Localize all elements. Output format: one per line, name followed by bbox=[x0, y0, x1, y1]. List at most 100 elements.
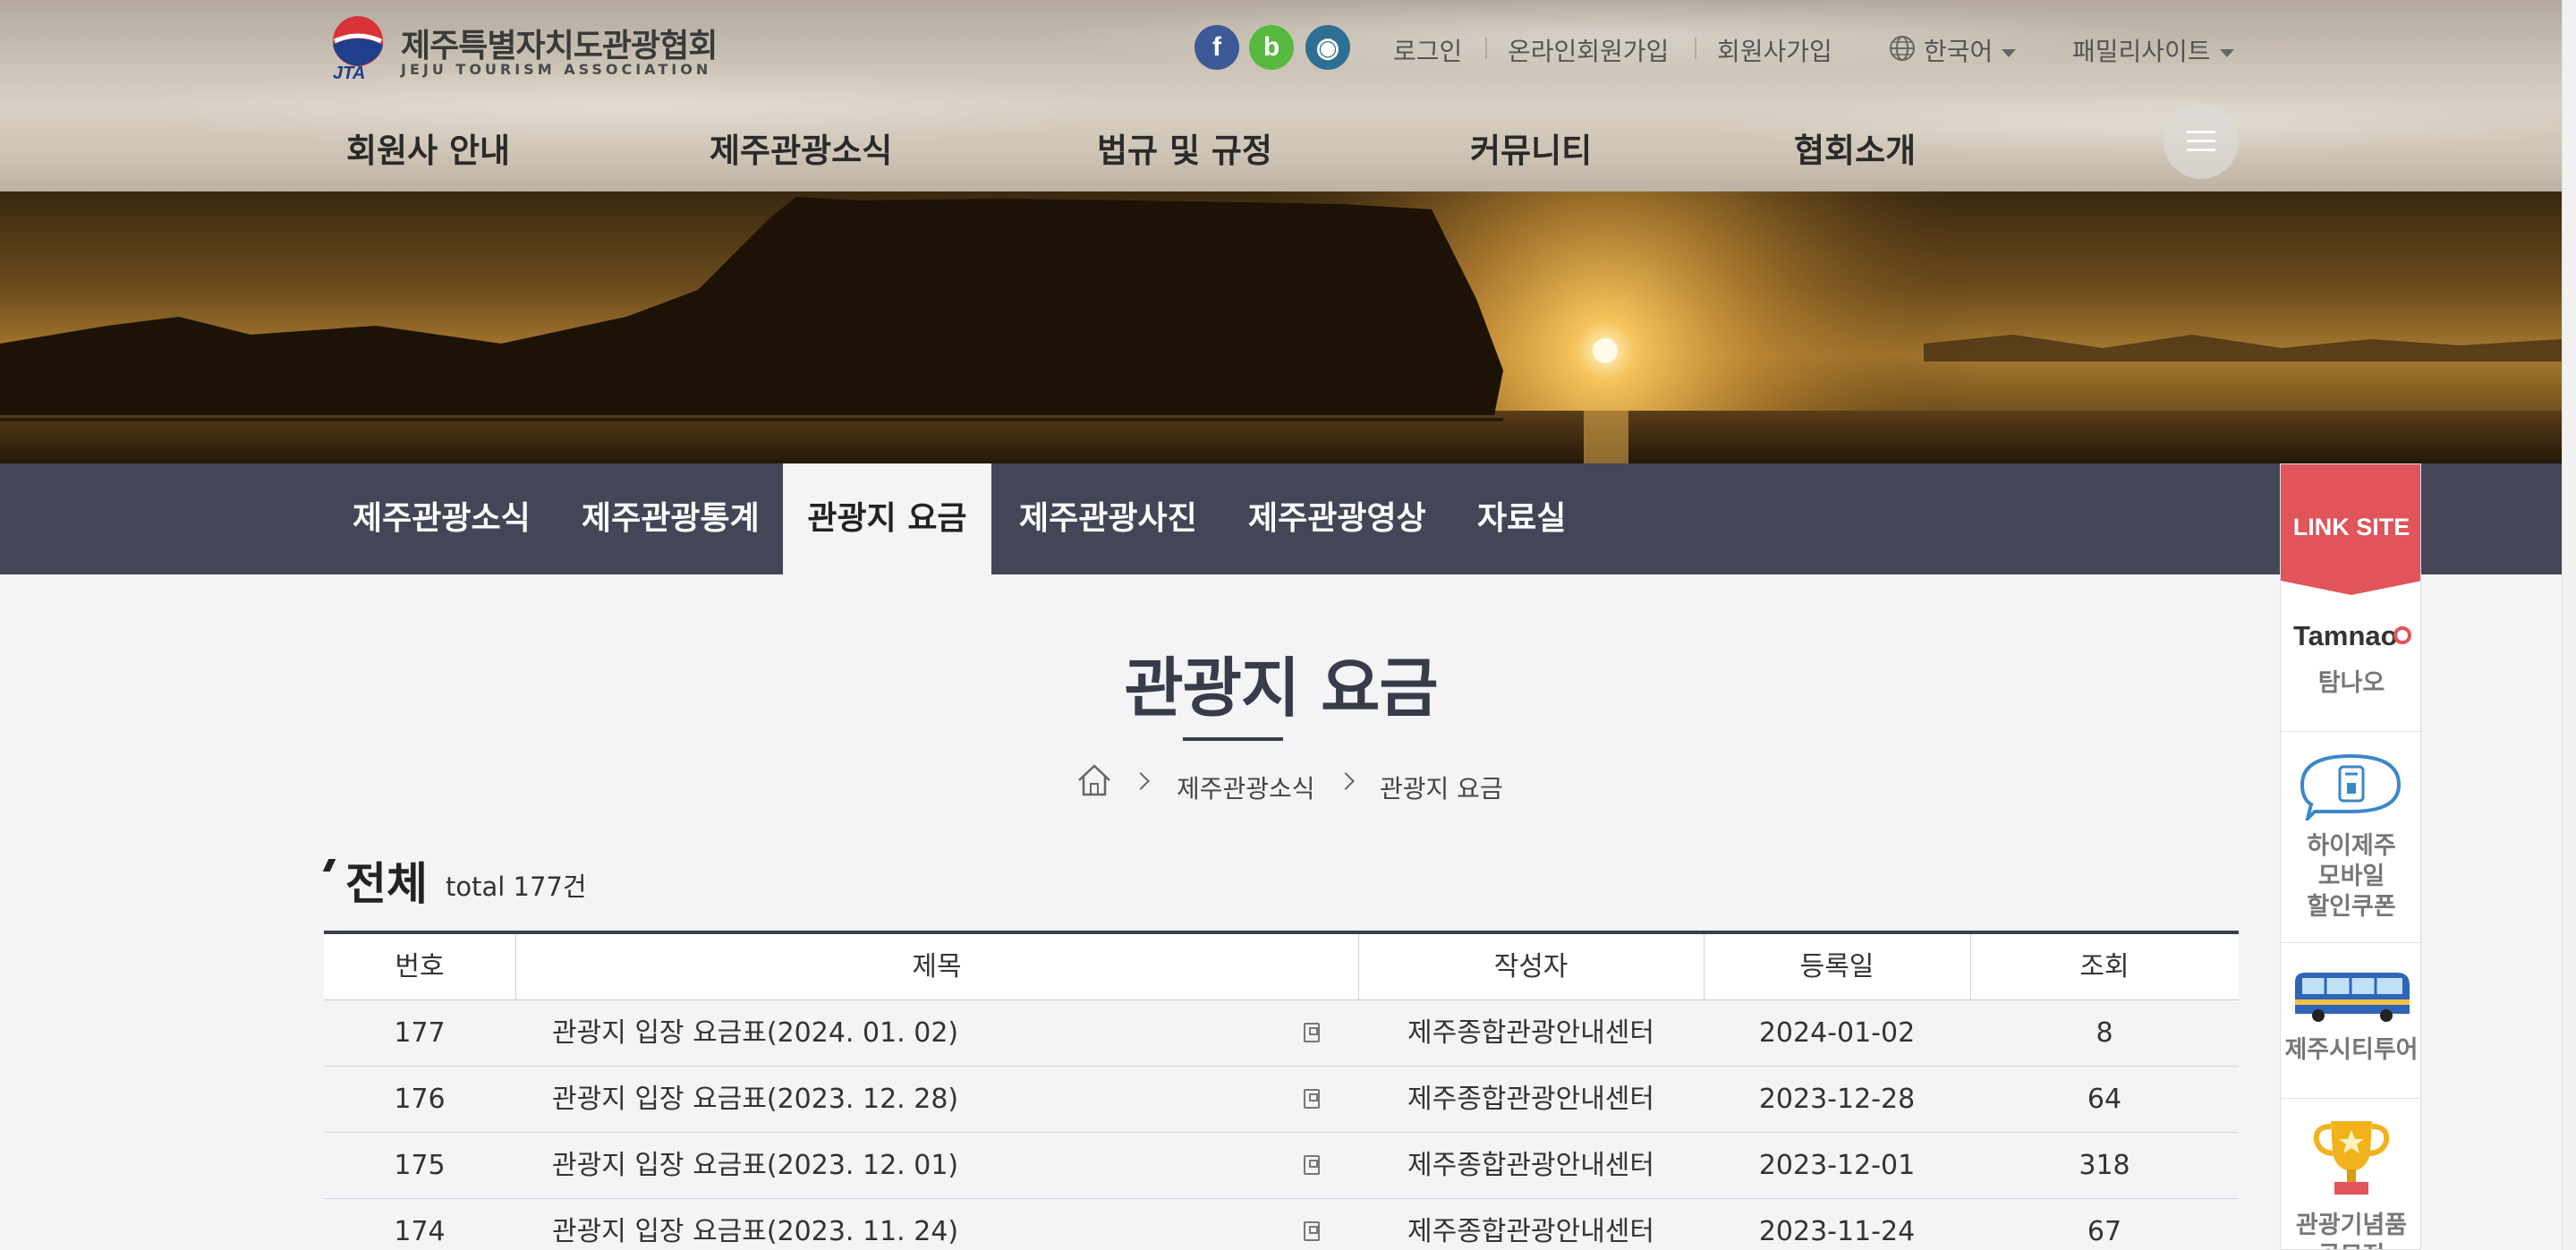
sidebar-divider bbox=[2281, 942, 2420, 943]
tab-jeju-news[interactable]: 제주관광소식 bbox=[353, 463, 531, 574]
link-site-sidebar: LINK SITE Tamnao 탐나오 하이제주 모바일 할인쿠폰 제주시티투… bbox=[2280, 463, 2421, 1250]
page-title: 관광지 요금 bbox=[1124, 651, 1438, 726]
row-author: 제주종합관광안내센터 bbox=[1407, 1216, 1654, 1247]
globe-icon bbox=[1890, 36, 1915, 61]
row-number: 175 bbox=[394, 1150, 446, 1181]
table-row[interactable]: 175 관광지 입장 요금표(2023. 12. 01) 제주종합관광안내센터 … bbox=[324, 1133, 2239, 1199]
link-divider bbox=[1695, 38, 1696, 59]
tab-jeju-videos[interactable]: 제주관광영상 bbox=[1248, 463, 1426, 574]
attachment-icon[interactable] bbox=[1304, 1023, 1320, 1042]
link-site-title: LINK SITE bbox=[2281, 464, 2420, 581]
home-icon[interactable] bbox=[1075, 762, 1113, 798]
hamburger-menu-button[interactable] bbox=[2164, 104, 2239, 179]
section-title-mark bbox=[322, 859, 336, 872]
hero-banner bbox=[0, 191, 2562, 463]
site-header: JTA 제주특별자치도관광협회 JEJU TOURISM ASSOCIATION… bbox=[0, 0, 2562, 191]
row-views: 64 bbox=[2087, 1084, 2122, 1115]
row-title-link[interactable]: 관광지 입장 요금표(2024. 01. 02) bbox=[552, 1000, 958, 1067]
row-date: 2023-11-24 bbox=[1758, 1216, 1916, 1247]
title-underline bbox=[1183, 737, 1283, 741]
chevron-down-icon bbox=[2219, 48, 2234, 57]
site-logo[interactable]: JTA 제주특별자치도관광협회 JEJU TOURISM ASSOCIATION bbox=[327, 14, 718, 81]
sidebar-divider bbox=[2281, 1098, 2420, 1099]
table-row[interactable]: 176 관광지 입장 요금표(2023. 12. 28) 제주종합관광안내센터 … bbox=[324, 1067, 2239, 1133]
tamnao-logo-icon: Tamnao bbox=[2293, 620, 2411, 651]
link-site-notch bbox=[2281, 581, 2420, 595]
page-scrollbar[interactable] bbox=[2562, 0, 2576, 1250]
header-date: 등록일 bbox=[1799, 951, 1875, 982]
link-jeju-city-tour[interactable]: 제주시티투어 bbox=[2281, 964, 2420, 1089]
language-select[interactable]: 한국어 bbox=[1924, 32, 2017, 68]
tab-archive[interactable]: 자료실 bbox=[1477, 463, 1566, 574]
chevron-right-icon bbox=[1337, 772, 1355, 790]
header-author: 작성자 bbox=[1493, 951, 1569, 982]
total-count: total 177건 bbox=[446, 872, 587, 902]
attachment-icon[interactable] bbox=[1304, 1221, 1320, 1241]
attachment-icon[interactable] bbox=[1304, 1155, 1320, 1175]
header-title: 제목 bbox=[912, 951, 962, 982]
table-row[interactable]: 177 관광지 입장 요금표(2024. 01. 02) 제주종합관광안내센터 … bbox=[324, 1000, 2239, 1067]
header-views: 조회 bbox=[2079, 951, 2130, 982]
link-divider bbox=[1485, 38, 1487, 59]
jta-logo-icon: JTA bbox=[333, 16, 383, 81]
row-date: 2023-12-28 bbox=[1758, 1084, 1916, 1115]
mobile-coupon-icon bbox=[2300, 753, 2402, 821]
sunset-landscape-image bbox=[0, 191, 2562, 463]
row-author: 제주종합관광안내센터 bbox=[1407, 1017, 1654, 1049]
link-hijeju-coupon[interactable]: 하이제주 모바일 할인쿠폰 bbox=[2281, 749, 2420, 937]
row-author: 제주종합관광안내센터 bbox=[1407, 1150, 1654, 1181]
blog-icon[interactable]: b bbox=[1249, 25, 1294, 70]
menu-bar bbox=[2187, 140, 2215, 142]
link-label: 탐나오 bbox=[2317, 669, 2385, 697]
row-number: 176 bbox=[394, 1084, 446, 1115]
section-title: 전체 bbox=[345, 858, 428, 910]
row-number: 174 bbox=[394, 1216, 446, 1247]
language-label: 한국어 bbox=[1924, 37, 1994, 66]
trophy-icon bbox=[2313, 1121, 2390, 1195]
gnb-about[interactable]: 협회소개 bbox=[1794, 123, 1916, 172]
instagram-icon[interactable]: ◉ bbox=[1305, 25, 1350, 70]
link-tamnao[interactable]: Tamnao 탐나오 bbox=[2281, 616, 2420, 733]
attachment-icon[interactable] bbox=[1304, 1089, 1320, 1109]
link-label: 관광기념품 공모전 bbox=[2295, 1212, 2408, 1249]
tour-bus-icon bbox=[2295, 973, 2410, 1022]
logo-korean-name: 제주특별자치도관광협회 bbox=[401, 28, 718, 64]
logo-mark-text: JTA bbox=[333, 64, 365, 81]
table-header: 번호 제목 작성자 등록일 조회 bbox=[324, 931, 2239, 1000]
row-title-link[interactable]: 관광지 입장 요금표(2023. 11. 24) bbox=[552, 1199, 958, 1250]
breadcrumb-admission-fees[interactable]: 관광지 요금 bbox=[1380, 770, 1503, 805]
header-number: 번호 bbox=[395, 951, 445, 982]
table-row[interactable]: 174 관광지 입장 요금표(2023. 11. 24) 제주종합관광안내센터 … bbox=[324, 1199, 2239, 1250]
gnb-member-info[interactable]: 회원사 안내 bbox=[346, 123, 510, 172]
row-author: 제주종합관광안내센터 bbox=[1407, 1084, 1654, 1115]
gnb-jeju-news[interactable]: 제주관광소식 bbox=[710, 123, 892, 172]
menu-bar bbox=[2187, 131, 2215, 133]
logo-english-name: JEJU TOURISM ASSOCIATION bbox=[401, 61, 712, 78]
family-site-select[interactable]: 패밀리사이트 bbox=[2072, 32, 2234, 68]
row-date: 2024-01-02 bbox=[1758, 1017, 1916, 1049]
tab-jeju-statistics[interactable]: 제주관광통계 bbox=[582, 463, 760, 574]
facebook-icon[interactable]: f bbox=[1194, 25, 1239, 70]
gnb-laws[interactable]: 법규 및 규정 bbox=[1097, 123, 1272, 172]
chevron-down-icon bbox=[2002, 48, 2017, 57]
gnb-community[interactable]: 커뮤니티 bbox=[1470, 123, 1592, 172]
sidebar-divider bbox=[2281, 731, 2420, 732]
tab-jeju-photos[interactable]: 제주관광사진 bbox=[1019, 463, 1197, 574]
link-label: 제주시티투어 bbox=[2284, 1036, 2419, 1064]
row-date: 2023-12-01 bbox=[1758, 1150, 1916, 1181]
link-label: 하이제주 모바일 할인쿠폰 bbox=[2307, 832, 2396, 921]
link-souvenir-contest[interactable]: 관광기념품 공모전 bbox=[2281, 1118, 2420, 1249]
row-number: 177 bbox=[394, 1017, 446, 1049]
menu-bar bbox=[2187, 149, 2215, 151]
breadcrumb-jeju-news[interactable]: 제주관광소식 bbox=[1177, 770, 1315, 805]
row-title-link[interactable]: 관광지 입장 요금표(2023. 12. 28) bbox=[552, 1067, 958, 1133]
tab-admission-fees[interactable]: 관광지 요금 bbox=[783, 463, 991, 574]
row-title-link[interactable]: 관광지 입장 요금표(2023. 12. 01) bbox=[552, 1133, 958, 1199]
login-link[interactable]: 로그인 bbox=[1393, 32, 1462, 68]
online-join-link[interactable]: 온라인회원가입 bbox=[1508, 32, 1669, 68]
chevron-right-icon bbox=[1132, 772, 1150, 790]
row-views: 8 bbox=[2096, 1017, 2113, 1049]
family-site-label: 패밀리사이트 bbox=[2072, 37, 2211, 66]
member-join-link[interactable]: 회원사가입 bbox=[1717, 32, 1832, 68]
row-views: 318 bbox=[2079, 1150, 2130, 1181]
